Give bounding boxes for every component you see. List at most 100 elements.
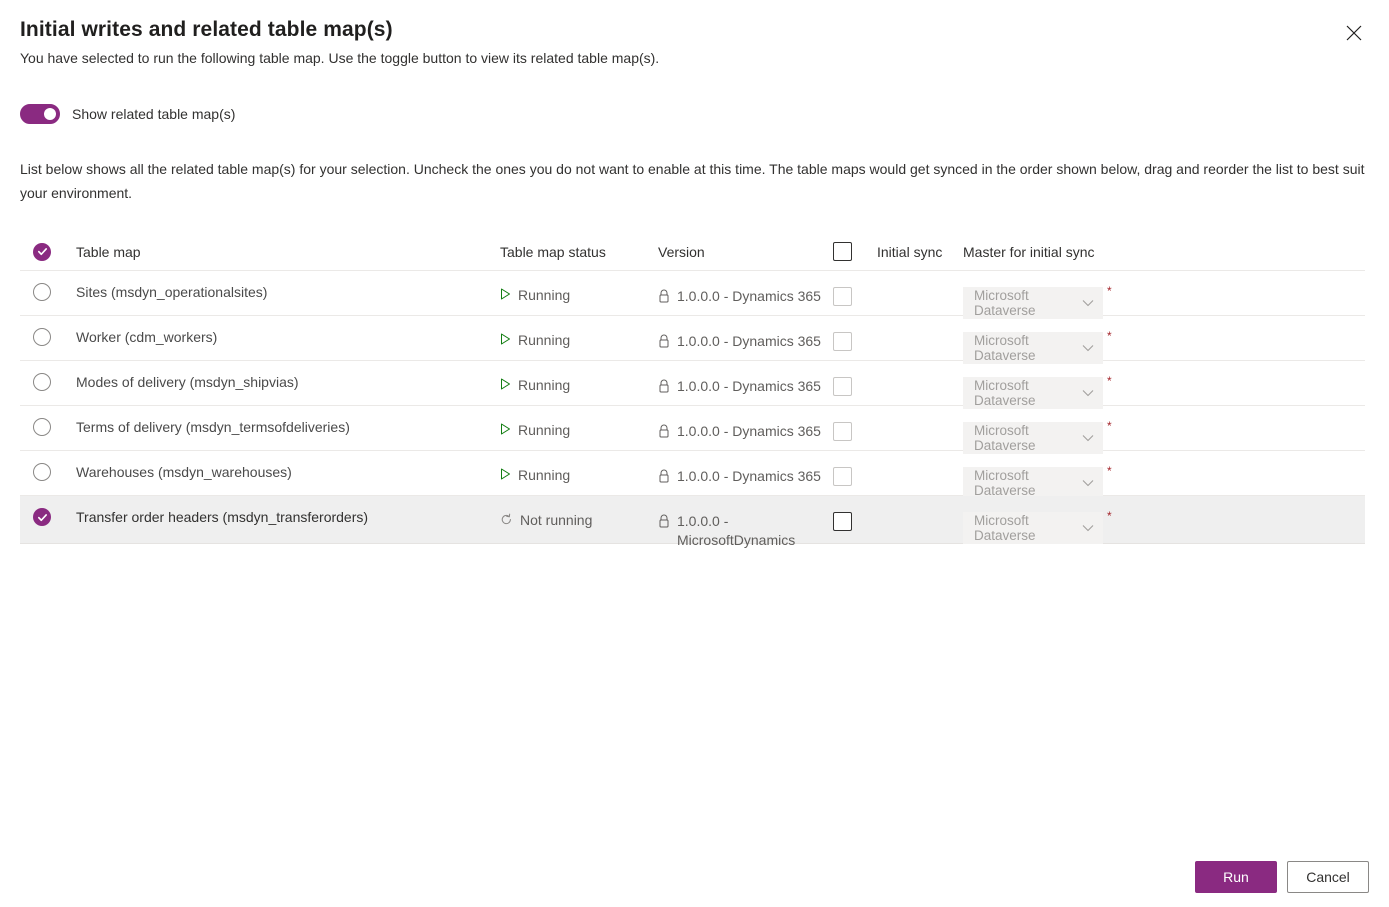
dialog-panel: Initial writes and related table map(s) … [0,0,1389,907]
status-text: Running [518,377,571,393]
master-for-initial-sync-dropdown[interactable]: Microsoft Dataverse [963,332,1103,364]
refresh-icon [500,512,513,526]
row-master-cell: Microsoft Dataverse * [963,361,1365,409]
lock-icon [658,287,670,303]
row-table-map-cell: Worker (cdm_workers) [76,316,500,346]
lock-icon [658,512,670,528]
row-version-cell: 1.0.0.0 - Dynamics 365 [658,451,833,486]
status-text: Not running [520,512,593,528]
master-value: Microsoft Dataverse [974,513,1036,543]
initial-sync-select-all-checkbox[interactable] [833,242,852,261]
initial-sync-checkbox[interactable] [833,422,852,441]
required-asterisk: * [1107,419,1112,433]
header-initial-sync-label: Initial sync [877,243,943,260]
show-related-table-maps-toggle[interactable] [20,104,60,124]
chevron-down-icon [1082,299,1094,307]
play-icon [500,332,511,345]
dialog-footer: Run Cancel [1195,861,1369,893]
master-for-initial-sync-dropdown[interactable]: Microsoft Dataverse [963,287,1103,319]
table-row[interactable]: Terms of delivery (msdyn_termsofdeliveri… [20,406,1365,454]
row-select-cell [20,361,76,391]
header-table-map-status: Table map status [500,243,606,260]
close-icon [1346,25,1362,41]
row-initial-sync-cell [833,316,963,351]
cancel-button[interactable]: Cancel [1287,861,1369,893]
lock-icon [658,467,670,483]
row-status-cell: Not running [500,496,658,529]
row-selected-check-icon[interactable] [33,508,51,526]
header-select-cell [20,242,76,261]
show-related-toggle-row: Show related table map(s) [20,104,235,124]
row-initial-sync-cell [833,361,963,396]
chevron-down-icon [1082,434,1094,442]
row-master-cell: Microsoft Dataverse * [963,316,1365,364]
row-select-circle[interactable] [33,328,51,346]
row-select-circle[interactable] [33,283,51,301]
master-value: Microsoft Dataverse [974,333,1036,363]
version-text: 1.0.0.0 - Dynamics 365 [677,288,821,304]
row-status-cell: Running [500,271,658,304]
row-select-cell [20,316,76,346]
initial-sync-checkbox[interactable] [833,512,852,531]
master-for-initial-sync-dropdown[interactable]: Microsoft Dataverse [963,377,1103,409]
table-row[interactable]: Worker (cdm_workers) Running 1.0.0.0 - Dyn… [20,316,1365,364]
row-status-cell: Running [500,316,658,349]
master-value: Microsoft Dataverse [974,423,1036,453]
header-version: Version [658,243,705,260]
table-row[interactable]: Warehouses (msdyn_warehouses) Running 1.0.… [20,451,1365,499]
row-select-circle[interactable] [33,463,51,481]
initial-sync-checkbox[interactable] [833,377,852,396]
row-master-cell: Microsoft Dataverse * [963,271,1365,319]
header-initial-sync: Initial sync [833,242,963,261]
play-icon [500,467,511,480]
row-version-cell: 1.0.0.0 - MicrosoftDynamics [658,496,833,550]
table-row[interactable]: Modes of delivery (msdyn_shipvias) Runnin… [20,361,1365,409]
table-map-name: Worker (cdm_workers) [76,329,218,345]
lock-icon [658,332,670,348]
chevron-down-icon [1082,344,1094,352]
initial-sync-checkbox[interactable] [833,287,852,306]
master-for-initial-sync-dropdown[interactable]: Microsoft Dataverse [963,467,1103,499]
initial-sync-checkbox[interactable] [833,332,852,351]
row-select-cell [20,451,76,481]
row-table-map-cell: Terms of delivery (msdyn_termsofdeliveri… [76,406,500,436]
table-row[interactable]: Transfer order headers (msdyn_transferor… [20,496,1365,548]
play-icon [500,377,511,390]
row-initial-sync-cell [833,271,963,306]
table-map-name: Transfer order headers (msdyn_transferor… [76,509,369,525]
lock-icon [658,377,670,393]
version-text: 1.0.0.0 - Dynamics 365 [677,468,821,484]
chevron-down-icon [1082,524,1094,532]
row-select-cell [20,406,76,436]
dialog-subtitle: You have selected to run the following t… [20,50,660,66]
master-value: Microsoft Dataverse [974,468,1036,498]
select-all-check-icon[interactable] [33,242,51,261]
table-map-name: Warehouses (msdyn_warehouses) [76,464,292,480]
version-text: 1.0.0.0 - Dynamics 365 [677,423,821,439]
row-select-cell [20,271,76,301]
run-button[interactable]: Run [1195,861,1277,893]
master-for-initial-sync-dropdown[interactable]: Microsoft Dataverse [963,422,1103,454]
status-text: Running [518,287,571,303]
row-version-cell: 1.0.0.0 - Dynamics 365 [658,316,833,351]
row-initial-sync-cell [833,451,963,486]
row-table-map-cell: Warehouses (msdyn_warehouses) [76,451,500,481]
row-status-cell: Running [500,361,658,394]
initial-sync-checkbox[interactable] [833,467,852,486]
header-master-for-initial-sync: Master for initial sync [963,243,1095,260]
status-text: Running [518,422,571,438]
row-select-circle[interactable] [33,373,51,391]
toggle-knob [44,108,56,120]
version-text: 1.0.0.0 - Dynamics 365 [677,333,821,349]
row-select-circle[interactable] [33,418,51,436]
row-version-cell: 1.0.0.0 - Dynamics 365 [658,361,833,396]
table-row[interactable]: Sites (msdyn_operationalsites) Running 1.0… [20,271,1365,319]
row-table-map-cell: Sites (msdyn_operationalsites) [76,271,500,301]
required-asterisk: * [1107,329,1112,343]
status-text: Running [518,332,571,348]
close-button[interactable] [1335,14,1373,52]
row-version-cell: 1.0.0.0 - Dynamics 365 [658,406,833,441]
master-for-initial-sync-dropdown[interactable]: Microsoft Dataverse [963,512,1103,544]
row-table-map-cell: Modes of delivery (msdyn_shipvias) [76,361,500,391]
master-value: Microsoft Dataverse [974,288,1036,318]
